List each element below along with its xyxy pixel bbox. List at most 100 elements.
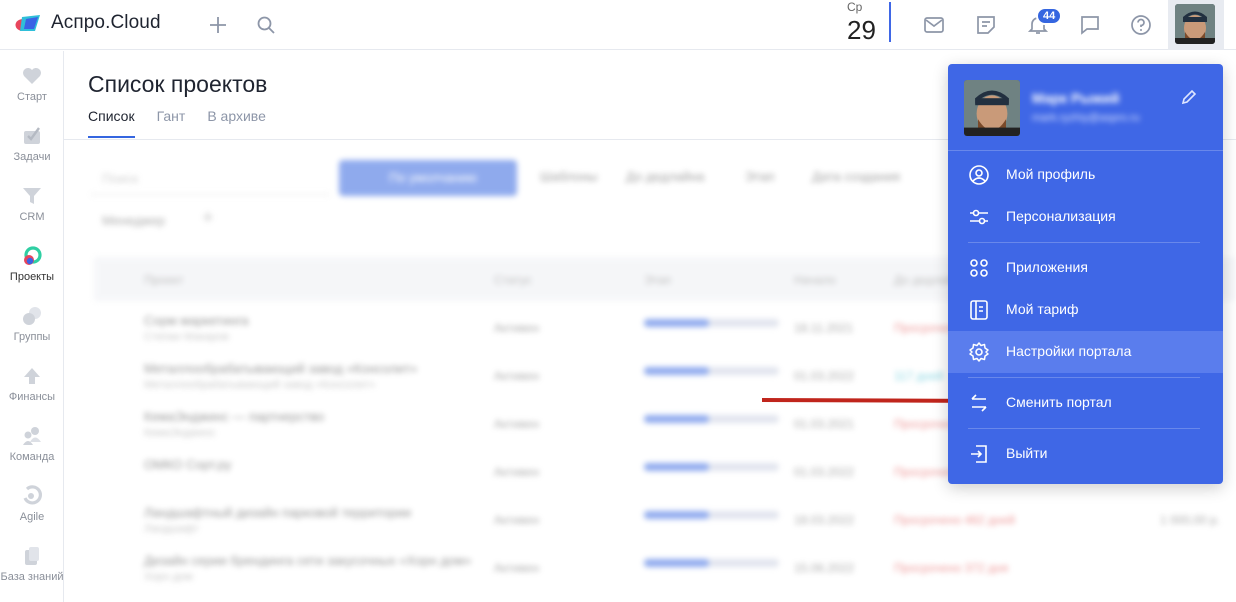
sidebar-item-label: Группы <box>13 331 51 343</box>
logo-mark-icon <box>14 12 44 34</box>
user-avatar-button[interactable] <box>1168 0 1224 50</box>
stage-progress-fill <box>644 319 709 327</box>
filter-chip[interactable]: До дедлайна <box>626 169 704 184</box>
sidebar-item-label: Задачи <box>13 151 51 163</box>
menu-item-profile[interactable]: Мой профиль <box>948 154 1223 196</box>
logout-icon <box>971 445 987 463</box>
project-deadline: 117 дней <box>894 369 944 383</box>
menu-item-switch-portal[interactable]: Сменить портал <box>948 382 1223 424</box>
tasks-icon <box>21 125 43 147</box>
sidebar-item-start[interactable]: Старт <box>0 65 64 121</box>
stage-progress-bar <box>644 415 779 423</box>
avatar <box>964 80 1020 136</box>
tab-list[interactable]: Список <box>88 108 135 138</box>
date-widget[interactable]: Ср 29 <box>842 0 892 45</box>
mail-button[interactable] <box>919 10 949 40</box>
project-name: Сорм маркетинга <box>144 313 249 328</box>
search-input[interactable]: Поиск <box>90 163 330 195</box>
projects-icon <box>21 245 43 267</box>
user-menu: Марк Рыжий mark.ryzhiy@aspro.ru Мой проф… <box>948 64 1223 484</box>
sidebar-item-label: Проекты <box>9 271 55 283</box>
user-email: mark.ryzhiy@aspro.ru <box>1032 112 1140 124</box>
menu-item-label: Приложения <box>1006 259 1088 275</box>
agile-icon <box>21 485 43 507</box>
menu-item-label: Настройки портала <box>1006 343 1132 359</box>
sidebar-item-label: Старт <box>17 91 47 103</box>
avatar <box>1175 4 1215 44</box>
sidebar-item-label: Agile <box>19 511 45 523</box>
table-row[interactable]: Дизайн серии брендинга сети закусочных «… <box>94 547 1236 595</box>
column-header[interactable]: Статус <box>494 273 532 287</box>
project-status: Активен <box>494 465 540 479</box>
funnel-icon <box>21 185 43 207</box>
menu-item-apps[interactable]: Приложения <box>948 247 1223 289</box>
chat-icon <box>1081 16 1099 35</box>
column-header[interactable]: Проект <box>144 273 184 287</box>
filter-chip[interactable]: Дата создания <box>812 169 900 184</box>
menu-item-portal-settings[interactable]: Настройки портала <box>948 331 1223 373</box>
sidebar-item-team[interactable]: Команда <box>0 425 64 481</box>
table-row[interactable]: Ландшафтный дизайн парковой территории Ла… <box>94 499 1236 547</box>
filter-chip[interactable]: Шаблоны <box>540 169 598 184</box>
menu-item-label: Мой профиль <box>1006 166 1096 182</box>
sidebar-item-knowledge[interactable]: База знаний <box>0 545 64 601</box>
search-button[interactable] <box>251 10 281 40</box>
date-weekday: Ср <box>847 0 863 14</box>
stage-progress-bar <box>644 559 779 567</box>
menu-item-logout[interactable]: Выйти <box>948 433 1223 475</box>
sidebar-item-label: CRM <box>19 211 45 223</box>
mail-icon <box>924 17 944 33</box>
menu-item-tariff[interactable]: Мой тариф <box>948 289 1223 331</box>
team-icon <box>21 425 43 447</box>
groups-icon <box>21 305 43 327</box>
app-logo[interactable]: Аспро.Cloud <box>14 12 161 34</box>
project-name: Металлообрабатывающий завод «Консолит» <box>144 361 418 376</box>
sliders-icon <box>970 209 988 225</box>
menu-divider <box>968 242 1200 243</box>
stage-progress-bar <box>644 463 779 471</box>
sidebar-item-crm[interactable]: CRM <box>0 185 64 241</box>
user-circle-icon <box>969 165 989 185</box>
sidebar-item-label: База знаний <box>0 571 64 583</box>
add-filter-icon[interactable]: + <box>202 207 214 230</box>
sidebar-item-projects[interactable]: Проекты <box>0 245 64 301</box>
filter-button[interactable]: По умолчанию <box>339 160 517 196</box>
column-header[interactable]: Начало <box>794 273 836 287</box>
column-header[interactable]: Этап <box>644 273 671 287</box>
add-button[interactable] <box>203 10 233 40</box>
sidebar-item-tasks[interactable]: Задачи <box>0 125 64 181</box>
chat-button[interactable] <box>1075 10 1105 40</box>
sidebar-item-groups[interactable]: Группы <box>0 305 64 361</box>
menu-item-personalization[interactable]: Персонализация <box>948 196 1223 238</box>
project-status: Активен <box>494 561 540 575</box>
date-divider <box>889 2 891 42</box>
sidebar-item-finance[interactable]: Финансы <box>0 365 64 421</box>
filter-chip[interactable]: Этап <box>745 169 774 184</box>
project-deadline: Просрочено 482 дней <box>894 513 1015 527</box>
date-day: 29 <box>847 15 876 45</box>
sidebar-item-label: Финансы <box>8 391 56 403</box>
user-name: Марк Рыжий <box>1032 90 1120 106</box>
search-icon <box>257 16 275 34</box>
note-icon <box>977 16 995 34</box>
menu-item-label: Персонализация <box>1006 208 1116 224</box>
sidebar-item-agile[interactable]: Agile <box>0 485 64 541</box>
sidebar: Старт Задачи CRM Проекты Группы Финансы … <box>0 51 64 602</box>
stage-progress-bar <box>644 319 779 327</box>
tab-gantt[interactable]: Гант <box>157 108 186 138</box>
project-client: Металлообрабатывающий завод «Консолит» <box>144 379 376 391</box>
menu-divider <box>968 428 1200 429</box>
help-icon <box>1131 15 1151 35</box>
manager-filter[interactable]: Менеджер <box>102 213 165 228</box>
page-title: Список проектов <box>88 71 268 97</box>
project-name: КемаЭнджинс — партнерство <box>144 409 325 424</box>
tab-archive[interactable]: В архиве <box>207 108 266 138</box>
view-tabs: Список Гант В архиве <box>88 108 288 138</box>
project-status: Активен <box>494 321 540 335</box>
notifications-badge: 44 <box>1036 7 1063 25</box>
notes-button[interactable] <box>971 10 1001 40</box>
project-status: Активен <box>494 513 540 527</box>
pencil-icon[interactable] <box>1180 88 1198 106</box>
help-button[interactable] <box>1126 10 1156 40</box>
project-status: Активен <box>494 417 540 431</box>
